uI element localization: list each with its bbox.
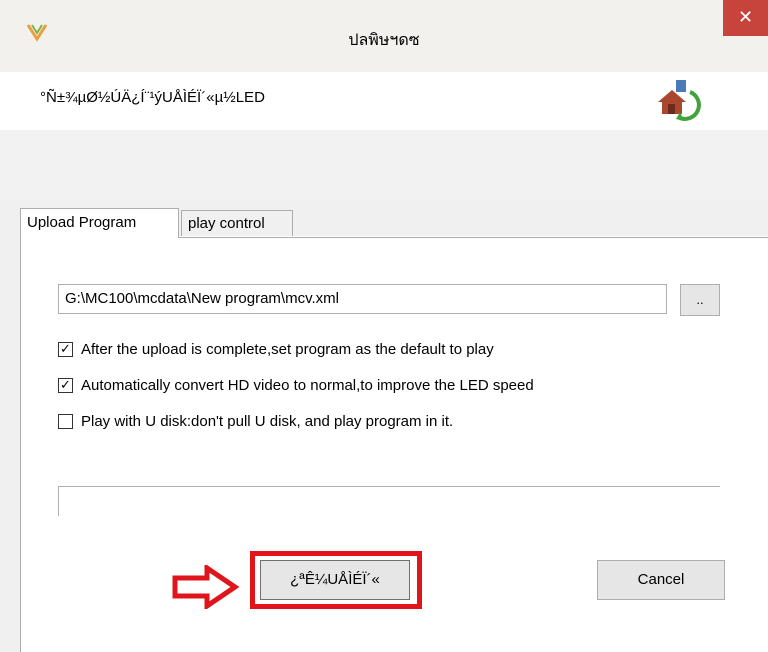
upload-dialog-window: ปลพิษฯดซ ✕ °Ñ±¾µØ½ÚÄ¿Í¨¹ýUÅÌÉÏ´«µ½LED Up…: [0, 0, 768, 652]
dialog-header: °Ñ±¾µØ½ÚÄ¿Í¨¹ýUÅÌÉÏ´«µ½LED: [0, 72, 768, 130]
tab-strip: Upload Program play control: [0, 200, 768, 238]
dialog-left-margin: [0, 200, 20, 652]
title-bar[interactable]: ปลพิษฯดซ ✕: [0, 0, 768, 72]
house-sync-icon: [658, 80, 701, 121]
dialog-subtitle: °Ñ±¾µØ½ÚÄ¿Í¨¹ýUÅÌÉÏ´«µ½LED: [40, 89, 265, 106]
program-path-field[interactable]: G:\MC100\mcdata\New program\mcv.xml: [58, 284, 667, 314]
arrow-right-icon: [172, 565, 240, 609]
header-band: [0, 130, 768, 200]
play-u-disk-label: Play with U disk:don't pull U disk, and …: [81, 413, 454, 430]
cancel-button[interactable]: Cancel: [597, 560, 725, 600]
start-upload-button[interactable]: ¿ªÊ¼UÅÌÉÏ´«: [260, 560, 410, 600]
close-button[interactable]: ✕: [723, 0, 768, 36]
window-title: ปลพิษฯดซ: [348, 32, 420, 49]
tab-upload-program[interactable]: Upload Program: [20, 208, 179, 238]
tab-play-control[interactable]: play control: [181, 210, 293, 236]
upload-progress-bar: [58, 486, 720, 516]
convert-hd-checkbox[interactable]: ✓: [58, 378, 73, 393]
browse-button[interactable]: ..: [680, 284, 720, 316]
set-default-checkbox[interactable]: ✓: [58, 342, 73, 357]
convert-hd-label: Automatically convert HD video to normal…: [81, 377, 534, 394]
play-u-disk-checkbox[interactable]: [58, 414, 73, 429]
set-default-label: After the upload is complete,set program…: [81, 341, 494, 358]
